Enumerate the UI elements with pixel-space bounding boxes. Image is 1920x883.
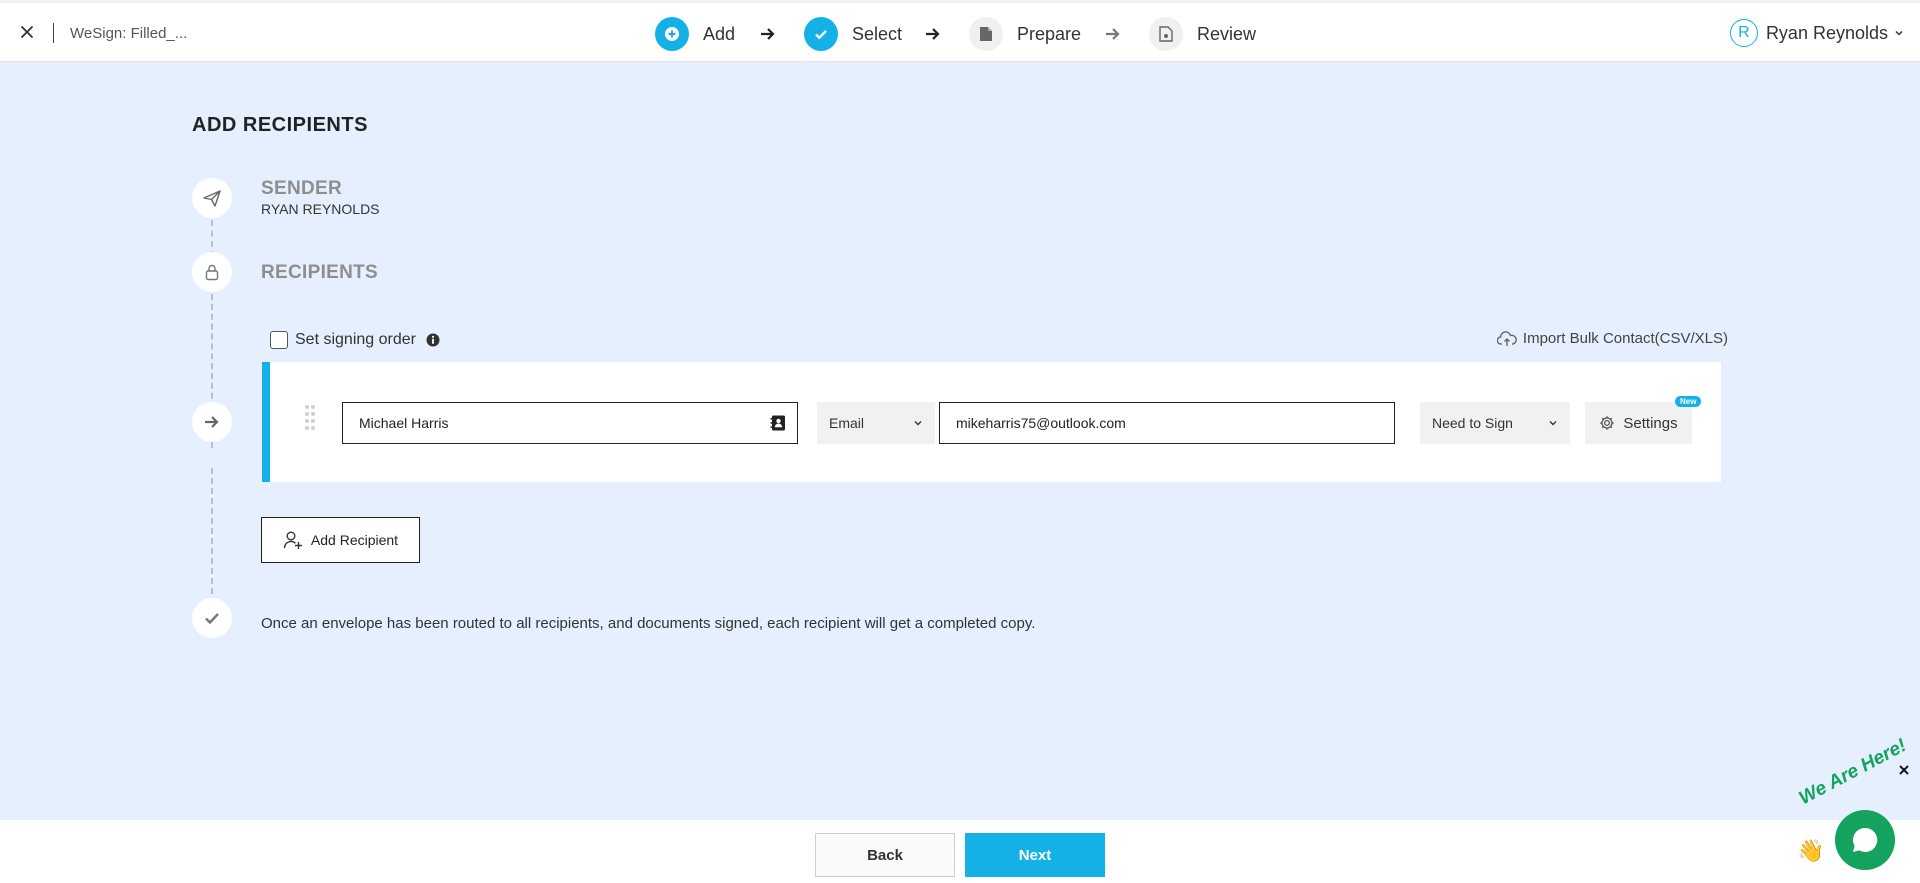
arrow-right-icon — [1106, 28, 1120, 40]
avatar: R — [1729, 19, 1758, 47]
arrow-right-icon — [926, 28, 940, 40]
sender-heading: SENDER — [261, 178, 342, 199]
arrow-right-icon — [761, 28, 775, 40]
step-review[interactable]: Review — [1149, 17, 1256, 51]
user-name: Ryan Reynolds — [1765, 22, 1888, 43]
step-add[interactable]: Add — [655, 17, 735, 51]
signing-order-row: Set signing order — [270, 331, 440, 349]
step-select[interactable]: Select — [804, 17, 902, 51]
chevron-down-icon — [1549, 421, 1557, 426]
checkmark-icon — [192, 598, 232, 638]
gear-icon — [1600, 416, 1615, 430]
user-menu[interactable]: R Ryan Reynolds — [1729, 19, 1904, 47]
main-content: ADD RECIPIENTS SENDER RYAN REYNOLDS RECI… — [0, 62, 1920, 820]
add-circle-icon — [655, 17, 689, 51]
contact-book-icon[interactable] — [769, 414, 787, 432]
chevron-down-icon — [914, 421, 922, 426]
recipient-email-field[interactable] — [939, 402, 1395, 444]
next-button[interactable]: Next — [965, 833, 1105, 877]
chat-close-icon[interactable] — [1898, 764, 1910, 776]
waving-hand-icon: 👋 — [1797, 838, 1825, 863]
document-icon — [969, 17, 1003, 51]
chat-bubble-icon — [1852, 827, 1878, 852]
sender-name: RYAN REYNOLDS — [261, 201, 380, 217]
recipient-role-select[interactable]: Need to Sign — [1420, 402, 1570, 444]
import-label: Import Bulk Contact(CSV/XLS) — [1522, 330, 1728, 347]
review-document-icon — [1149, 17, 1183, 51]
page-title: ADD RECIPIENTS — [192, 114, 368, 136]
recipient-name-field[interactable] — [342, 402, 798, 444]
add-user-icon — [283, 531, 302, 549]
delivery-method-value: Email — [829, 415, 865, 431]
arrow-right-icon — [192, 402, 232, 442]
step-label: Add — [703, 23, 736, 44]
settings-label: Settings — [1623, 414, 1678, 432]
signing-order-label: Set signing order — [295, 331, 416, 348]
recipient-email-input[interactable] — [940, 415, 1394, 431]
drag-handle-icon[interactable] — [304, 404, 316, 430]
timeline-line — [211, 468, 213, 604]
check-icon — [804, 17, 838, 51]
new-badge: New — [1675, 396, 1702, 407]
signing-order-checkbox[interactable] — [270, 331, 288, 349]
cloud-upload-icon — [1496, 330, 1517, 346]
divider — [53, 23, 54, 43]
add-recipient-label: Add Recipient — [310, 532, 399, 548]
footer-bar: Back Next — [0, 820, 1920, 883]
recipient-name-input[interactable] — [343, 415, 797, 431]
recipients-heading: RECIPIENTS — [261, 262, 379, 283]
chat-launcher-button[interactable] — [1835, 810, 1895, 870]
step-label: Review — [1197, 23, 1257, 44]
recipient-settings-button[interactable]: Settings — [1585, 402, 1692, 444]
add-recipient-button[interactable]: Add Recipient — [261, 517, 420, 563]
completion-note: Once an envelope has been routed to all … — [261, 615, 1036, 632]
top-bar: WeSign: Filled_... Add Select Prepare Re… — [0, 0, 1920, 62]
back-button[interactable]: Back — [815, 833, 955, 877]
import-bulk-contact-link[interactable]: Import Bulk Contact(CSV/XLS) — [1496, 330, 1728, 347]
step-prepare[interactable]: Prepare — [969, 17, 1081, 51]
document-title: WeSign: Filled_... — [70, 25, 188, 42]
recipient-role-value: Need to Sign — [1432, 415, 1513, 431]
step-label: Select — [852, 23, 903, 44]
recipient-row: Email Need to Sign Settings New — [262, 362, 1721, 482]
send-icon — [192, 178, 232, 218]
info-icon[interactable] — [426, 333, 440, 347]
delivery-method-select[interactable]: Email — [817, 402, 935, 444]
chevron-down-icon — [1895, 30, 1903, 36]
step-label: Prepare — [1017, 23, 1082, 44]
close-icon[interactable] — [18, 23, 36, 41]
lock-icon — [192, 252, 232, 292]
